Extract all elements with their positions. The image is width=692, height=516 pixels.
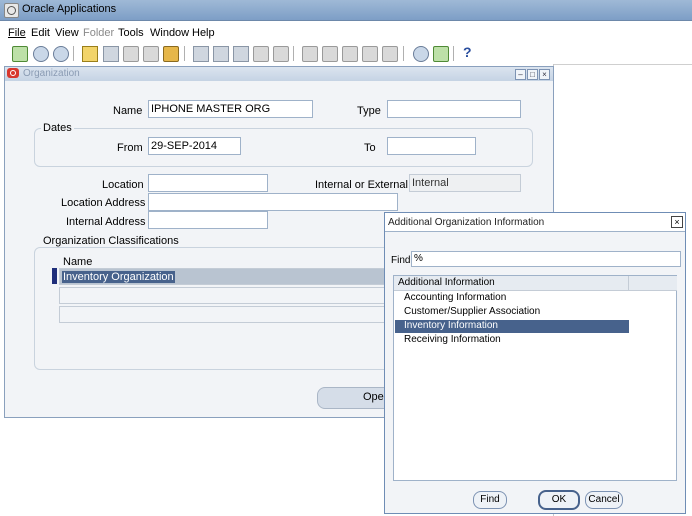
from-date-field[interactable]: 29-SEP-2014 bbox=[148, 137, 241, 155]
toolbar-separator bbox=[184, 46, 185, 61]
find-icon[interactable] bbox=[33, 46, 49, 62]
find-label: Find bbox=[391, 255, 411, 266]
type-label: Type bbox=[357, 105, 381, 117]
copy-icon[interactable] bbox=[213, 46, 229, 62]
name-field[interactable]: IPHONE MASTER ORG bbox=[148, 100, 313, 118]
toolbar-separator bbox=[403, 46, 404, 61]
toolbar-separator bbox=[293, 46, 294, 61]
find-button-label: Find bbox=[480, 494, 500, 505]
classification-row[interactable]: Inventory Organization bbox=[59, 268, 389, 285]
navigator-icon[interactable] bbox=[53, 46, 69, 62]
list-item-label: Receiving Information bbox=[404, 334, 501, 345]
menu-tools-label: Tools bbox=[118, 27, 144, 39]
ok-button[interactable]: OK bbox=[538, 490, 580, 510]
attachments-icon[interactable] bbox=[362, 46, 378, 62]
oracle-icon bbox=[7, 68, 19, 78]
list-item-label: Customer/Supplier Association bbox=[404, 306, 541, 317]
list-column-header: Additional Information bbox=[394, 276, 628, 291]
menu-window[interactable]: Window bbox=[150, 27, 189, 39]
dates-group-label: Dates bbox=[41, 122, 74, 134]
toolbar: ? bbox=[0, 42, 692, 65]
close-icon[interactable]: × bbox=[539, 69, 550, 80]
app-icon bbox=[4, 3, 19, 18]
type-field[interactable] bbox=[387, 100, 521, 118]
classifications-group-label: Organization Classifications bbox=[41, 235, 181, 247]
minimize-icon[interactable]: – bbox=[515, 69, 526, 80]
menu-help-label: Help bbox=[192, 27, 215, 39]
list-item-label: Inventory Information bbox=[404, 320, 498, 331]
folder-tools-icon[interactable] bbox=[382, 46, 398, 62]
classification-name: Inventory Organization bbox=[62, 271, 175, 283]
clear-record-icon[interactable] bbox=[253, 46, 269, 62]
internal-address-field[interactable] bbox=[148, 211, 268, 229]
menu-file-label: File bbox=[8, 27, 26, 39]
save-icon[interactable] bbox=[82, 46, 98, 62]
edit-field-icon[interactable] bbox=[302, 46, 318, 62]
export-icon[interactable] bbox=[433, 46, 449, 62]
location-field[interactable] bbox=[148, 174, 268, 192]
menu-folder-label: Folder bbox=[83, 27, 115, 39]
name-column-header: Name bbox=[63, 256, 93, 268]
ok-button-label: OK bbox=[551, 494, 567, 505]
cut-icon[interactable] bbox=[193, 46, 209, 62]
organization-title-bar: Organization – □ × bbox=[5, 67, 553, 81]
menu-help[interactable]: Help bbox=[192, 27, 215, 39]
help-icon[interactable]: ? bbox=[463, 44, 472, 60]
menu-folder[interactable]: Folder bbox=[83, 27, 114, 39]
toolbar-separator bbox=[73, 46, 74, 61]
menu-view[interactable]: View bbox=[55, 27, 79, 39]
paste-icon[interactable] bbox=[233, 46, 249, 62]
menu-file[interactable]: File bbox=[8, 27, 26, 39]
list-item[interactable]: Accounting Information bbox=[395, 292, 629, 305]
list-column-header-extra bbox=[628, 276, 677, 291]
classification-row[interactable] bbox=[59, 306, 389, 323]
menu-bar: File Edit View Folder Tools Window Help bbox=[0, 22, 692, 42]
additional-org-info-dialog: Additional Organization Information × Fi… bbox=[384, 212, 686, 514]
window-help-icon[interactable] bbox=[413, 46, 429, 62]
list-item[interactable]: Receiving Information bbox=[395, 334, 629, 347]
dialog-title-bar: Additional Organization Information × bbox=[385, 213, 685, 232]
translations-icon[interactable] bbox=[342, 46, 358, 62]
dialog-title: Additional Organization Information bbox=[388, 217, 545, 228]
list-item-selected[interactable]: Inventory Information bbox=[395, 320, 629, 333]
location-address-label: Location Address bbox=[61, 197, 146, 209]
cancel-button-label: Cancel bbox=[588, 494, 620, 505]
menu-edit[interactable]: Edit bbox=[31, 27, 50, 39]
app-title-bar: Oracle Applications bbox=[0, 0, 692, 21]
zoom-icon[interactable] bbox=[322, 46, 338, 62]
menu-tools[interactable]: Tools bbox=[118, 27, 144, 39]
maximize-icon[interactable]: □ bbox=[527, 69, 538, 80]
app-title: Oracle Applications bbox=[22, 3, 117, 15]
name-label: Name bbox=[113, 105, 143, 117]
to-label: To bbox=[364, 142, 376, 154]
next-step-icon[interactable] bbox=[103, 46, 119, 62]
internal-address-label: Internal Address bbox=[66, 216, 146, 228]
new-record-icon[interactable] bbox=[12, 46, 28, 62]
location-address-field[interactable] bbox=[148, 193, 398, 211]
find-button[interactable]: Find bbox=[473, 491, 507, 509]
cancel-button[interactable]: Cancel bbox=[585, 491, 623, 509]
menu-view-label: View bbox=[55, 27, 79, 39]
close-form-icon[interactable] bbox=[163, 46, 179, 62]
menu-edit-label: Edit bbox=[31, 27, 50, 39]
from-label: From bbox=[117, 142, 143, 154]
print-icon[interactable] bbox=[143, 46, 159, 62]
list-item[interactable]: Customer/Supplier Association bbox=[395, 306, 629, 319]
additional-info-list: Additional Information Accounting Inform… bbox=[393, 275, 677, 481]
location-label: Location bbox=[102, 179, 144, 191]
find-field[interactable]: % bbox=[411, 251, 681, 267]
current-record-indicator bbox=[52, 268, 57, 284]
list-item-label: Accounting Information bbox=[404, 292, 507, 303]
close-icon[interactable]: × bbox=[671, 216, 683, 228]
internal-or-external-field: Internal bbox=[409, 174, 521, 192]
delete-record-icon[interactable] bbox=[273, 46, 289, 62]
toolbar-separator bbox=[453, 46, 454, 61]
to-date-field[interactable] bbox=[387, 137, 476, 155]
list-column-header-label: Additional Information bbox=[398, 277, 495, 288]
switch-responsibility-icon[interactable] bbox=[123, 46, 139, 62]
internal-or-external-label: Internal or External bbox=[315, 179, 408, 191]
organization-title: Organization bbox=[23, 68, 80, 79]
menu-window-label: Window bbox=[150, 27, 190, 39]
classification-row[interactable] bbox=[59, 287, 389, 304]
